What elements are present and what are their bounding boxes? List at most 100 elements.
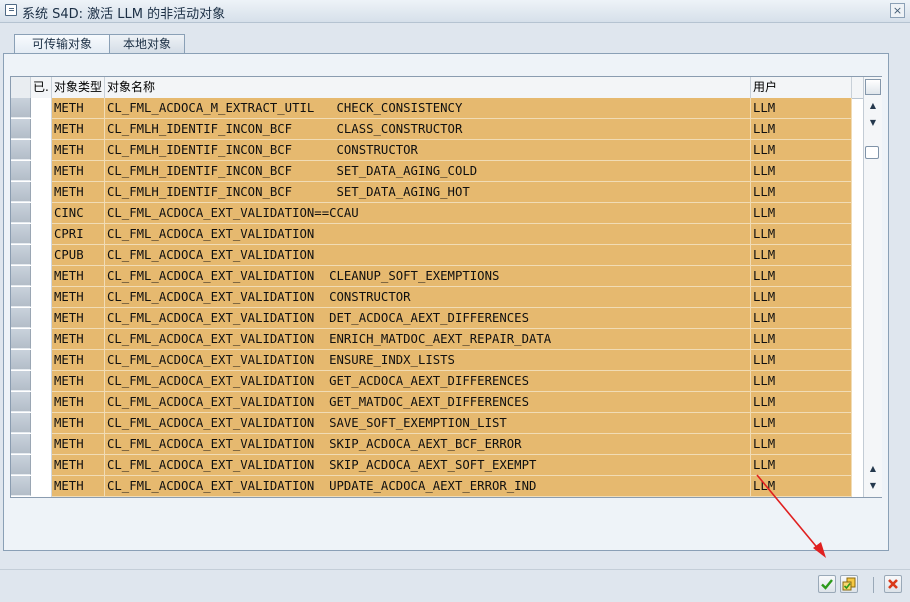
row-selector[interactable]: [11, 350, 31, 370]
table-row[interactable]: METH CL_FML_ACDOCA_EXT_VALIDATION SKIP_AC…: [11, 455, 863, 476]
row-check-cell[interactable]: [31, 119, 52, 140]
row-selector[interactable]: [11, 140, 31, 160]
table-row[interactable]: METH CL_FML_ACDOCA_EXT_VALIDATION GET_ACD…: [11, 371, 863, 392]
table-row[interactable]: METH CL_FMLH_IDENTIF_INCON_BCF CONSTRUCTO…: [11, 140, 863, 161]
table-row[interactable]: METH CL_FML_ACDOCA_EXT_VALIDATION CLEANUP…: [11, 266, 863, 287]
scroll-page-up-button[interactable]: ▲: [865, 461, 881, 477]
column-settings-button[interactable]: [865, 79, 881, 95]
row-check-cell[interactable]: [31, 371, 52, 392]
row-selector[interactable]: [11, 182, 31, 202]
row-selector[interactable]: [11, 119, 31, 139]
title-bar: 系统 S4D: 激活 LLM 的非活动对象 ×: [0, 0, 910, 23]
row-check-cell[interactable]: [31, 182, 52, 203]
row-selector[interactable]: [11, 434, 31, 454]
scroll-thumb[interactable]: [865, 146, 879, 159]
object-type-cell: METH: [52, 392, 105, 412]
object-type-cell: METH: [52, 266, 105, 286]
object-name-cell: CL_FML_ACDOCA_EXT_VALIDATION UPDATE_ACDO…: [105, 476, 751, 496]
row-check-cell[interactable]: [31, 329, 52, 350]
table-row[interactable]: METH CL_FML_ACDOCA_EXT_VALIDATION ENRICH_…: [11, 329, 863, 350]
row-check-cell[interactable]: [31, 455, 52, 476]
object-name-cell: CL_FML_ACDOCA_EXT_VALIDATION==CCAU: [105, 203, 751, 223]
column-header-check[interactable]: 已.: [31, 77, 52, 98]
object-type-cell: METH: [52, 182, 105, 202]
scroll-down-button[interactable]: ▼: [865, 115, 881, 131]
row-selector[interactable]: [11, 161, 31, 181]
vertical-scrollbar[interactable]: ▲ ▼ ▲ ▼: [863, 77, 882, 497]
row-selector[interactable]: [11, 224, 31, 244]
row-check-cell[interactable]: [31, 224, 52, 245]
object-name-cell: CL_FML_ACDOCA_EXT_VALIDATION CONSTRUCTOR: [105, 287, 751, 307]
column-header-type[interactable]: 对象类型: [52, 77, 105, 98]
tab-local-objects[interactable]: 本地对象: [109, 34, 185, 54]
row-selector[interactable]: [11, 455, 31, 475]
table-header: 已. 对象类型 对象名称 用户: [11, 77, 863, 99]
user-cell: LLM: [751, 455, 852, 475]
row-check-cell[interactable]: [31, 287, 52, 308]
row-cells: CPUB CL_FML_ACDOCA_EXT_VALIDATION LLM: [52, 245, 852, 266]
scroll-page-down-button[interactable]: ▼: [865, 478, 881, 494]
user-cell: LLM: [751, 140, 852, 160]
row-cells: METH CL_FML_ACDOCA_EXT_VALIDATION CONSTRU…: [52, 287, 852, 308]
table-row[interactable]: METH CL_FML_ACDOCA_M_EXTRACT_UTIL CHECK_C…: [11, 98, 863, 119]
row-selector[interactable]: [11, 476, 31, 496]
user-cell: LLM: [751, 371, 852, 391]
row-check-cell[interactable]: [31, 266, 52, 287]
object-type-cell: CPUB: [52, 245, 105, 265]
table-row[interactable]: CINC CL_FML_ACDOCA_EXT_VALIDATION==CCAU LL…: [11, 203, 863, 224]
scroll-up-button[interactable]: ▲: [865, 98, 881, 114]
column-header-name[interactable]: 对象名称: [105, 77, 751, 98]
column-header-user[interactable]: 用户: [751, 77, 852, 98]
row-selector[interactable]: [11, 245, 31, 265]
table-row[interactable]: METH CL_FMLH_IDENTIF_INCON_BCF SET_DATA_A…: [11, 161, 863, 182]
row-cells: METH CL_FML_ACDOCA_EXT_VALIDATION SKIP_AC…: [52, 455, 852, 476]
table-row[interactable]: METH CL_FML_ACDOCA_EXT_VALIDATION ENSURE_…: [11, 350, 863, 371]
row-selector[interactable]: [11, 392, 31, 412]
table-row[interactable]: METH CL_FML_ACDOCA_EXT_VALIDATION SAVE_SO…: [11, 413, 863, 434]
close-window-button[interactable]: ×: [890, 3, 905, 18]
row-selector[interactable]: [11, 413, 31, 433]
row-check-cell[interactable]: [31, 350, 52, 371]
table-row[interactable]: METH CL_FML_ACDOCA_EXT_VALIDATION DET_ACD…: [11, 308, 863, 329]
row-check-cell[interactable]: [31, 434, 52, 455]
row-check-cell[interactable]: [31, 476, 52, 497]
row-selector[interactable]: [11, 203, 31, 223]
user-cell: LLM: [751, 392, 852, 412]
table-row[interactable]: METH CL_FML_ACDOCA_EXT_VALIDATION UPDATE_…: [11, 476, 863, 497]
row-selector[interactable]: [11, 308, 31, 328]
object-name-cell: CL_FMLH_IDENTIF_INCON_BCF CLASS_CONSTRUC…: [105, 119, 751, 139]
row-check-cell[interactable]: [31, 98, 52, 119]
table-row[interactable]: METH CL_FML_ACDOCA_EXT_VALIDATION SKIP_AC…: [11, 434, 863, 455]
table-row[interactable]: METH CL_FMLH_IDENTIF_INCON_BCF SET_DATA_A…: [11, 182, 863, 203]
row-check-cell[interactable]: [31, 245, 52, 266]
object-name-cell: CL_FML_ACDOCA_EXT_VALIDATION SKIP_ACDOCA…: [105, 434, 751, 454]
row-selector[interactable]: [11, 266, 31, 286]
object-type-cell: METH: [52, 371, 105, 391]
row-check-cell[interactable]: [31, 140, 52, 161]
row-check-cell[interactable]: [31, 308, 52, 329]
row-check-cell[interactable]: [31, 413, 52, 434]
row-check-cell[interactable]: [31, 392, 52, 413]
confirm-button[interactable]: [818, 575, 836, 593]
row-selector[interactable]: [11, 329, 31, 349]
select-all-header[interactable]: [11, 77, 31, 98]
user-cell: LLM: [751, 119, 852, 139]
activate-anyway-button[interactable]: [840, 575, 858, 593]
object-name-cell: CL_FMLH_IDENTIF_INCON_BCF SET_DATA_AGING…: [105, 161, 751, 181]
table-row[interactable]: CPRI CL_FML_ACDOCA_EXT_VALIDATION LLM: [11, 224, 863, 245]
row-selector[interactable]: [11, 98, 31, 118]
tab-transportable-objects[interactable]: 可传输对象: [14, 34, 110, 55]
table-row[interactable]: CPUB CL_FML_ACDOCA_EXT_VALIDATION LLM: [11, 245, 863, 266]
user-cell: LLM: [751, 161, 852, 181]
cancel-button[interactable]: [884, 575, 902, 593]
object-type-cell: METH: [52, 161, 105, 181]
row-selector[interactable]: [11, 287, 31, 307]
table-row[interactable]: METH CL_FMLH_IDENTIF_INCON_BCF CLASS_CONS…: [11, 119, 863, 140]
row-cells: METH CL_FMLH_IDENTIF_INCON_BCF CONSTRUCTO…: [52, 140, 852, 161]
row-selector[interactable]: [11, 371, 31, 391]
row-check-cell[interactable]: [31, 161, 52, 182]
table-row[interactable]: METH CL_FML_ACDOCA_EXT_VALIDATION CONSTRU…: [11, 287, 863, 308]
table-row[interactable]: METH CL_FML_ACDOCA_EXT_VALIDATION GET_MAT…: [11, 392, 863, 413]
row-cells: METH CL_FML_ACDOCA_M_EXTRACT_UTIL CHECK_C…: [52, 98, 852, 119]
row-check-cell[interactable]: [31, 203, 52, 224]
